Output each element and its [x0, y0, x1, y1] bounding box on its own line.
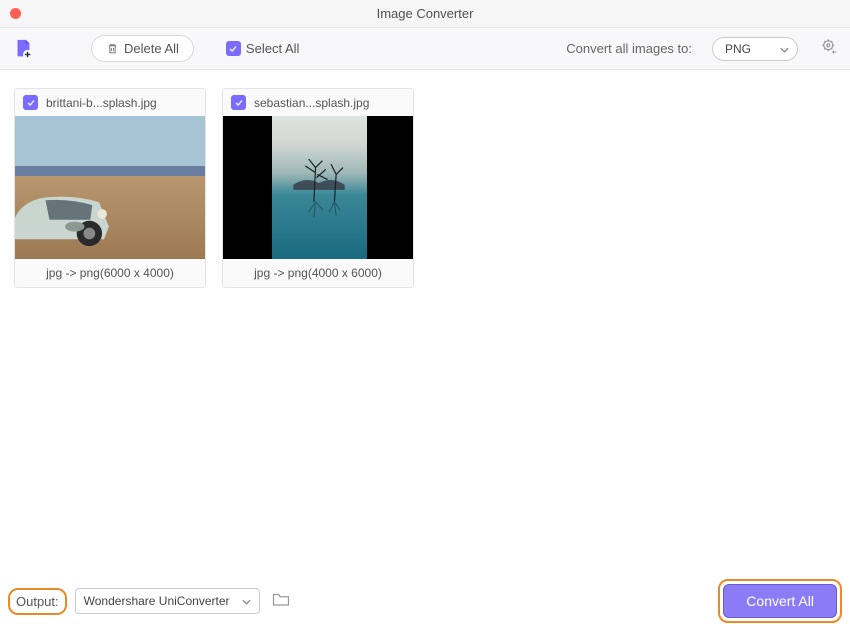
image-checkbox[interactable]: [231, 95, 246, 110]
close-window-dot[interactable]: [10, 8, 21, 19]
image-checkbox[interactable]: [23, 95, 38, 110]
open-folder-icon[interactable]: [272, 591, 290, 612]
settings-icon[interactable]: [820, 37, 838, 60]
add-file-icon[interactable]: [12, 38, 34, 60]
convert-to-label: Convert all images to:: [566, 41, 692, 56]
output-label: Output:: [16, 594, 59, 609]
window-title: Image Converter: [377, 6, 474, 21]
card-header: sebastian...splash.jpg: [223, 89, 413, 116]
select-all-label: Select All: [246, 41, 299, 56]
card-header: brittani-b...splash.jpg: [15, 89, 205, 116]
output-section-highlight: Output:: [8, 588, 67, 615]
conversion-info: jpg -> png(4000 x 6000): [223, 259, 413, 287]
convert-all-highlight: Convert All: [718, 579, 842, 623]
format-selected-value: PNG: [725, 42, 751, 56]
convert-all-label: Convert All: [746, 593, 814, 609]
format-select[interactable]: PNG: [712, 37, 798, 61]
convert-all-button[interactable]: Convert All: [723, 584, 837, 618]
chevron-down-icon: [780, 42, 789, 56]
titlebar: Image Converter: [0, 0, 850, 28]
image-thumbnail: [223, 116, 414, 259]
image-thumbnail: [15, 116, 206, 259]
image-card[interactable]: sebastian...splash.jpg jpg -> png(4000 x…: [222, 88, 414, 288]
output-path-value: Wondershare UniConverter: [84, 594, 230, 608]
trash-icon: [106, 42, 119, 55]
checkbox-checked-icon: [226, 41, 241, 56]
toolbar: Delete All Select All Convert all images…: [0, 28, 850, 70]
chevron-down-icon: [242, 594, 251, 608]
delete-all-button[interactable]: Delete All: [91, 35, 194, 62]
image-grid: brittani-b...splash.jpg jpg -> png(6000 …: [0, 70, 850, 578]
output-path-select[interactable]: Wondershare UniConverter: [75, 588, 260, 614]
image-filename: sebastian...splash.jpg: [254, 96, 369, 110]
image-card[interactable]: brittani-b...splash.jpg jpg -> png(6000 …: [14, 88, 206, 288]
image-filename: brittani-b...splash.jpg: [46, 96, 157, 110]
select-all-checkbox[interactable]: Select All: [226, 41, 299, 56]
conversion-info: jpg -> png(6000 x 4000): [15, 259, 205, 287]
delete-all-label: Delete All: [124, 41, 179, 56]
bottom-bar: Output: Wondershare UniConverter Convert…: [0, 578, 850, 624]
